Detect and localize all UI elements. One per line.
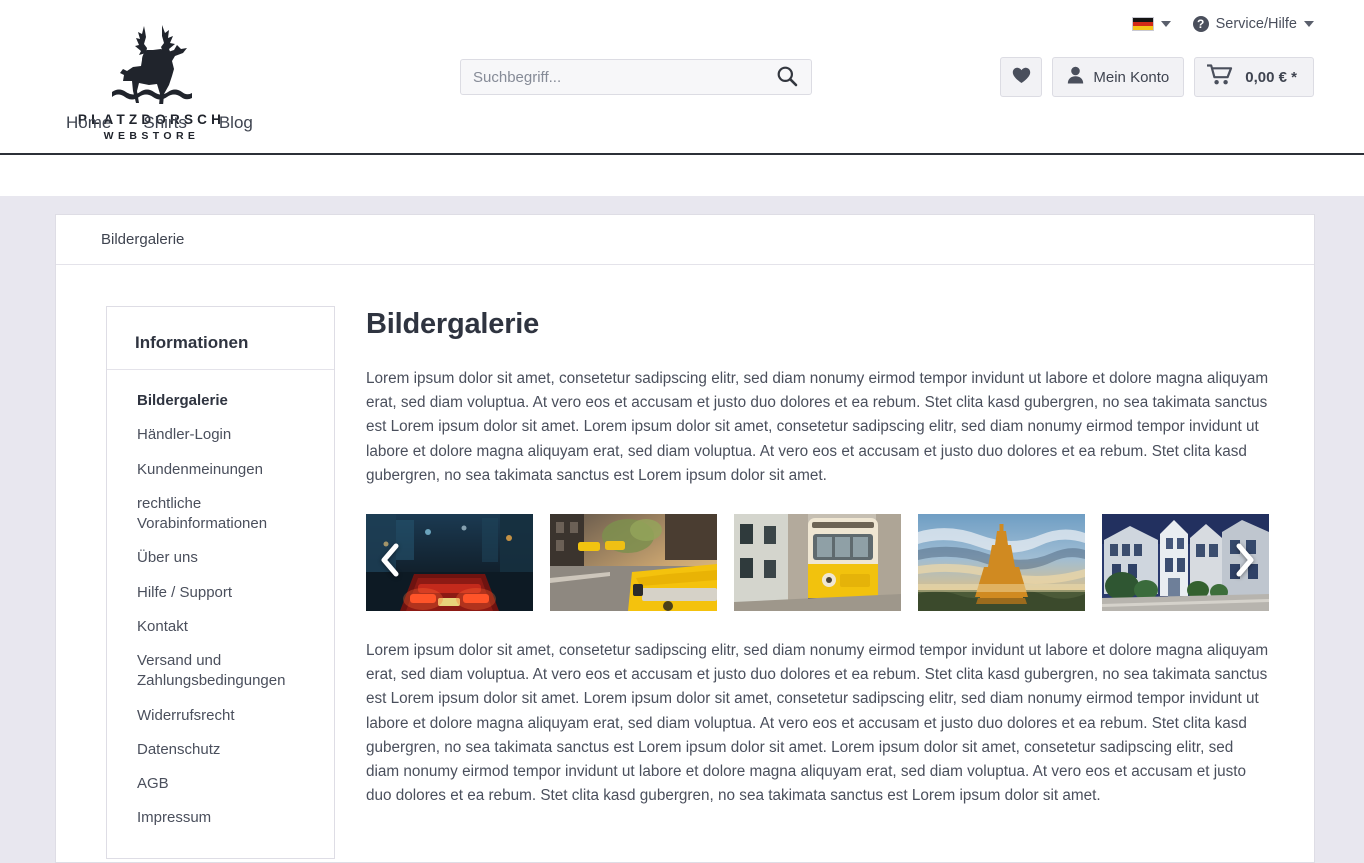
chevron-down-icon	[1304, 21, 1314, 27]
list-item: Widerrufsrecht	[107, 699, 334, 733]
gallery-image-4[interactable]	[918, 514, 1085, 612]
sidebar-item-ueber-uns[interactable]: Über uns	[107, 541, 334, 575]
sidebar-item-kundenmeinungen[interactable]: Kundenmeinungen	[107, 453, 334, 487]
list-item: Versand und Zahlungsbedingungen	[107, 644, 334, 699]
sidebar-item-rechtliche-vorabinformationen[interactable]: rechtliche Vorabinformationen	[107, 487, 334, 542]
sidebar-item-versand-und-zahlungsbedingungen[interactable]: Versand und Zahlungsbedingungen	[107, 644, 334, 699]
sidebar-item-kontakt[interactable]: Kontakt	[107, 610, 334, 644]
heart-icon	[1012, 67, 1031, 88]
gallery-image-2[interactable]	[550, 514, 717, 612]
information-sidebar: Informationen Bildergalerie Händler-Logi…	[106, 306, 335, 859]
list-item: Impressum	[107, 801, 334, 835]
sidebar-item-bildergalerie[interactable]: Bildergalerie	[107, 384, 334, 418]
account-cluster: Mein Konto 0,00 € *	[1000, 57, 1314, 97]
body-paragraph: Lorem ipsum dolor sit amet, consetetur s…	[366, 642, 1269, 805]
search-form	[460, 59, 812, 95]
service-help-label: Service/Hilfe	[1215, 16, 1297, 32]
nav-item-home[interactable]: Home	[66, 114, 111, 131]
list-item: Händler-Login	[107, 418, 334, 452]
list-item: Datenschutz	[107, 733, 334, 767]
list-item: Hilfe / Support	[107, 576, 334, 610]
gallery-image-3[interactable]	[734, 514, 901, 612]
my-account-button[interactable]: Mein Konto	[1052, 57, 1185, 97]
cart-total-amount: 0,00 € *	[1245, 68, 1297, 86]
sidebar-item-impressum[interactable]: Impressum	[107, 801, 334, 835]
search-icon	[776, 65, 798, 90]
site-header: PLATZDORSCH WEBSTORE ? Service/Hilfe Suc…	[0, 0, 1364, 196]
breadcrumb: Bildergalerie	[56, 215, 1314, 265]
main-navigation: Home Shirts Blog	[0, 114, 1364, 155]
question-circle-icon: ?	[1192, 16, 1209, 32]
breadcrumb-current[interactable]: Bildergalerie	[101, 231, 184, 248]
sidebar-item-datenschutz[interactable]: Datenschutz	[107, 733, 334, 767]
image-gallery-carousel	[366, 514, 1269, 612]
list-item: Kundenmeinungen	[107, 453, 334, 487]
shopping-cart-icon	[1206, 64, 1233, 90]
service-help-menu[interactable]: ? Service/Hilfe	[1192, 16, 1314, 32]
search-input[interactable]	[461, 68, 763, 86]
main-content: Bildergalerie Lorem ipsum dolor sit amet…	[366, 306, 1269, 859]
sidebar-item-haendler-login[interactable]: Händler-Login	[107, 418, 334, 452]
search-submit-button[interactable]	[763, 60, 811, 94]
deer-stag-silhouette-icon	[64, 22, 239, 109]
chevron-left-icon	[379, 543, 401, 582]
nav-item-blog[interactable]: Blog	[219, 114, 253, 131]
cart-button[interactable]: 0,00 € *	[1194, 57, 1314, 97]
gallery-prev-button[interactable]	[370, 514, 410, 611]
header-inner: PLATZDORSCH WEBSTORE ? Service/Hilfe Suc…	[0, 0, 1364, 155]
chevron-down-icon	[1160, 21, 1171, 27]
intro-paragraph: Lorem ipsum dolor sit amet, consetetur s…	[366, 370, 1269, 484]
my-account-label: Mein Konto	[1093, 68, 1170, 86]
list-item: Über uns	[107, 541, 334, 575]
german-flag-icon	[1131, 17, 1154, 31]
list-item: Kontakt	[107, 610, 334, 644]
sidebar-title: Informationen	[107, 333, 334, 370]
language-selector[interactable]	[1131, 17, 1171, 31]
content-columns: Informationen Bildergalerie Händler-Logi…	[56, 265, 1314, 859]
sidebar-item-hilfe-support[interactable]: Hilfe / Support	[107, 576, 334, 610]
page-body: Bildergalerie Informationen Bildergaleri…	[0, 196, 1364, 863]
wishlist-button[interactable]	[1000, 57, 1043, 97]
list-item: AGB	[107, 767, 334, 801]
list-item: rechtliche Vorabinformationen	[107, 487, 334, 542]
user-icon	[1067, 66, 1084, 88]
gallery-next-button[interactable]	[1225, 514, 1265, 611]
sidebar-item-agb[interactable]: AGB	[107, 767, 334, 801]
list-item: Bildergalerie	[107, 384, 334, 418]
sidebar-item-widerrufsrecht[interactable]: Widerrufsrecht	[107, 699, 334, 733]
nav-item-shirts[interactable]: Shirts	[143, 114, 186, 131]
page-title: Bildergalerie	[366, 308, 540, 340]
content-card: Bildergalerie Informationen Bildergaleri…	[55, 214, 1315, 863]
chevron-right-icon	[1234, 543, 1256, 582]
sidebar-list: Bildergalerie Händler-Login Kundenmeinun…	[107, 370, 334, 836]
top-meta-bar: ? Service/Hilfe	[1131, 16, 1314, 32]
